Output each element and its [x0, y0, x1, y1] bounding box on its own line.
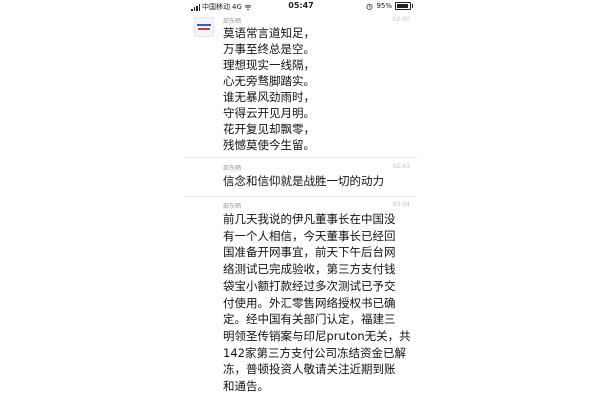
sender-name: 部东晒: [223, 165, 242, 172]
message-divider: [185, 196, 417, 197]
message-text: 莫语常言道知足， 万事至终总是空。 理想现实一线隔， 心无旁骛脚踏实。 谁无暴风…: [223, 26, 315, 152]
status-right: 95%: [366, 2, 413, 10]
status-bar: 中国移动 4G 05:47 95%: [185, 0, 417, 12]
message-divider: [185, 157, 417, 158]
alarm-icon: [366, 3, 373, 10]
message-text: 信念和信仰就是战胜一切的动力: [223, 174, 384, 188]
battery-label: 95%: [376, 2, 392, 10]
message-time: 03:04: [392, 201, 410, 208]
battery-icon: [395, 2, 413, 10]
message-time: 02:43: [392, 163, 410, 170]
sender-name: 部东晒: [223, 203, 242, 210]
sender-name: 部东晒: [223, 18, 242, 25]
message-time: 02:00: [392, 16, 410, 23]
chat-screen: 中国移动 4G 05:47 95% 部东晒 02:00 莫语常言道知足， 万事至…: [185, 0, 417, 400]
avatar[interactable]: [194, 17, 214, 37]
message-text: 前几天我说的伊凡董事长在中国没 有一个人相信，今天董事长已经回 国准备开网事宜，…: [223, 212, 411, 394]
